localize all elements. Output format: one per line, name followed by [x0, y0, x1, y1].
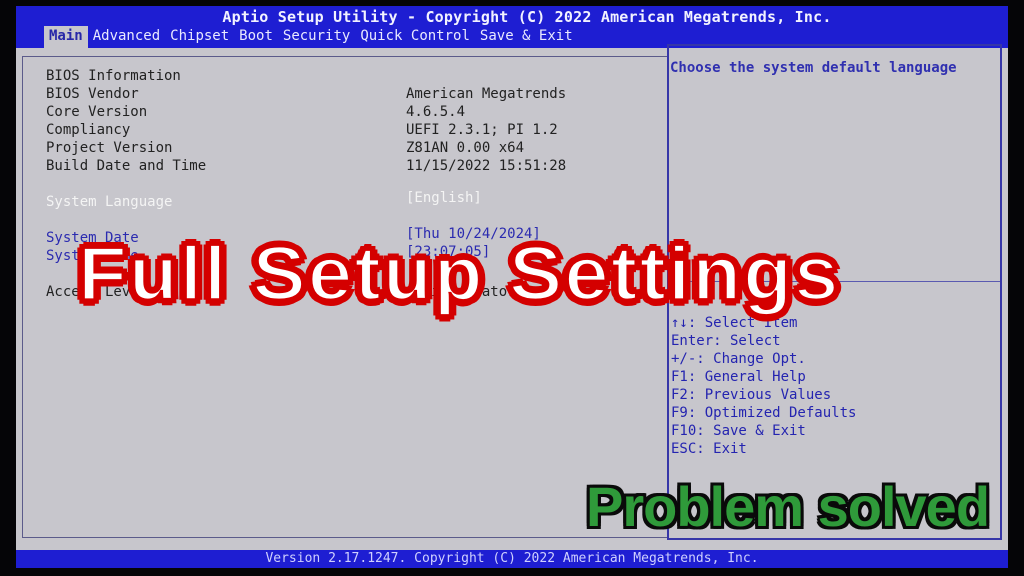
tab-save-exit[interactable]: Save & Exit	[475, 26, 578, 48]
system-language-value[interactable]: [English]	[406, 189, 482, 207]
info-value: Z81AN 0.00 x64	[406, 140, 525, 156]
info-label: BIOS Vendor	[46, 86, 139, 102]
key-hint-f2: F2: Previous Values	[671, 387, 832, 403]
info-row-compliancy: Compliancy UEFI 2.3.1; PI 1.2	[46, 121, 558, 139]
info-value: 11/15/2022 15:51:28	[406, 158, 567, 174]
tab-chipset[interactable]: Chipset	[165, 26, 234, 48]
system-language-setting[interactable]: System Language [English]	[46, 190, 482, 211]
info-value: UEFI 2.3.1; PI 1.2	[406, 122, 558, 138]
key-hint-f1: F1: General Help	[671, 369, 806, 385]
tagline-overlay: Problem solved	[586, 475, 990, 538]
info-value: 4.6.5.4	[406, 104, 466, 120]
info-value: American Megatrends	[406, 86, 567, 102]
utility-title: Aptio Setup Utility - Copyright (C) 2022…	[222, 8, 832, 26]
key-hint-f9: F9: Optimized Defaults	[671, 405, 857, 421]
key-hint-change-opt: +/-: Change Opt.	[671, 351, 806, 367]
system-language-label: System Language	[46, 194, 173, 210]
item-help-text: Choose the system default language	[670, 60, 957, 76]
top-bar: Aptio Setup Utility - Copyright (C) 2022…	[16, 6, 1008, 48]
tab-security[interactable]: Security	[278, 26, 355, 48]
key-hint-enter: Enter: Select	[671, 333, 781, 349]
info-label: Core Version	[46, 104, 148, 120]
tab-main[interactable]: Main	[44, 26, 88, 48]
version-footer: Version 2.17.1247. Copyright (C) 2022 Am…	[16, 550, 1008, 568]
key-hint-f10: F10: Save & Exit	[671, 423, 806, 439]
info-row-project-version: Project Version Z81AN 0.00 x64	[46, 139, 524, 157]
info-row-bios-vendor: BIOS Vendor American Megatrends	[46, 85, 566, 103]
key-legend: ↑↓: Select Item Enter: Select +/-: Chang…	[671, 314, 856, 458]
tab-advanced[interactable]: Advanced	[88, 26, 165, 48]
info-label: Build Date and Time	[46, 158, 207, 174]
info-row-core-version: Core Version 4.6.5.4	[46, 103, 465, 121]
tab-quick-control[interactable]: Quick Control	[355, 26, 475, 48]
info-row-build-date: Build Date and Time 11/15/2022 15:51:28	[46, 157, 566, 175]
bios-information-heading: BIOS Information	[46, 68, 181, 84]
key-hint-esc: ESC: Exit	[671, 441, 747, 457]
tab-boot[interactable]: Boot	[234, 26, 278, 48]
tab-bar: Main Advanced Chipset Boot Security Quic…	[44, 26, 578, 48]
info-label: Compliancy	[46, 122, 131, 138]
headline-overlay: Full Setup Settings	[76, 230, 841, 317]
info-label: Project Version	[46, 140, 173, 156]
